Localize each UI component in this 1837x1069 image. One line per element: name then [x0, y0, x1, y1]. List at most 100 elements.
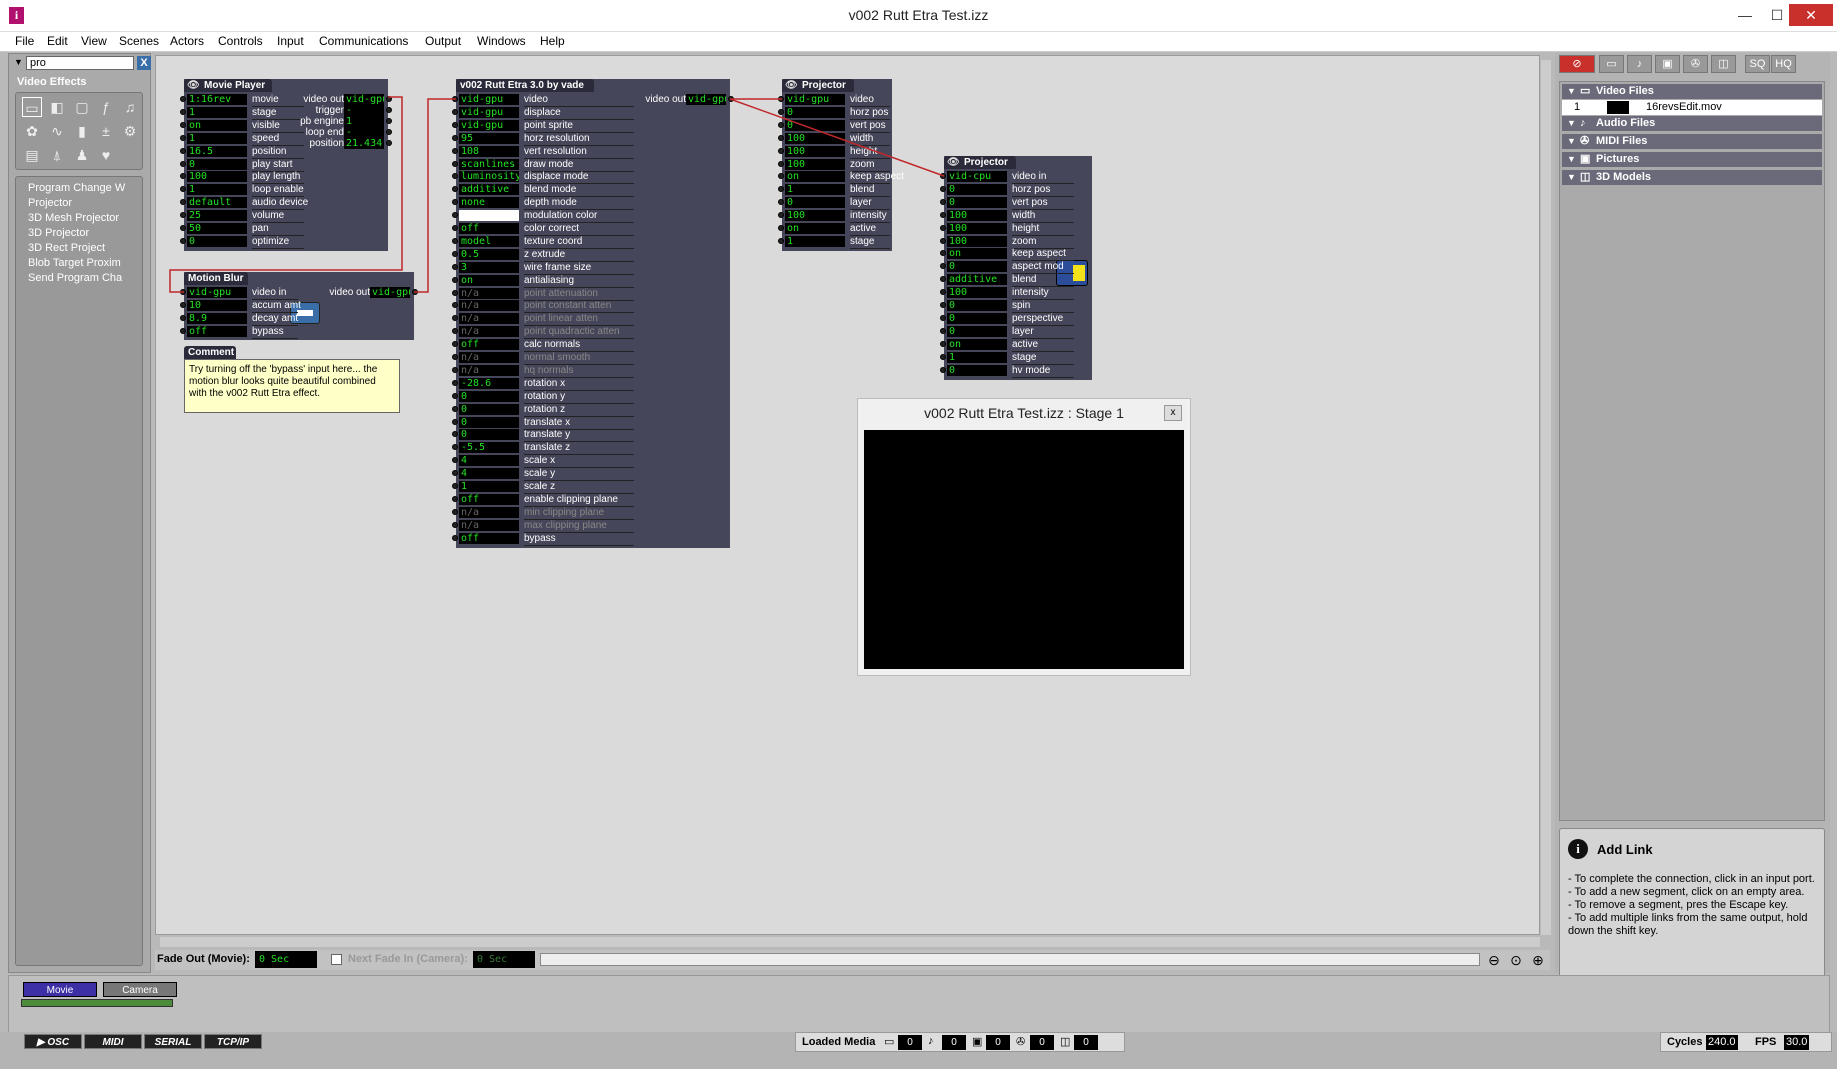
input-port[interactable] [452, 457, 458, 464]
property-value[interactable]: off [459, 223, 519, 234]
actor-header[interactable]: v002 Rutt Etra 3.0 by vade [456, 79, 594, 92]
property-value[interactable]: n/a [459, 519, 519, 531]
input-port[interactable] [778, 96, 784, 102]
property-value[interactable]: 0 [785, 106, 845, 118]
fade-out-value[interactable]: 0 Sec [255, 951, 317, 968]
property-value[interactable]: 0 [459, 390, 519, 402]
property-value[interactable]: 100 [947, 222, 1007, 234]
input-property[interactable]: on keep aspect [778, 170, 904, 185]
input-property[interactable]: 1 blend [778, 183, 890, 198]
property-value[interactable]: n/a [459, 287, 519, 299]
property-value[interactable]: 0 [947, 261, 1007, 273]
input-property[interactable]: on active [940, 338, 1074, 352]
property-value[interactable]: 8.9 [187, 312, 247, 324]
property-value[interactable]: on [785, 223, 845, 234]
input-property[interactable]: n/a min clipping plane [452, 506, 634, 520]
section-midi-files[interactable]: ▼ ✇ MIDI Files [1562, 134, 1822, 149]
input-port[interactable] [180, 108, 186, 115]
user-icon[interactable]: ♟ [72, 145, 92, 165]
input-property[interactable]: vid-gpu video in [180, 286, 298, 300]
input-property[interactable]: n/a point linear atten [452, 312, 634, 327]
property-value[interactable]: 0 [459, 429, 519, 441]
actor-header[interactable]: Motion Blur [184, 272, 248, 285]
section-pictures[interactable]: ▼ ▣ Pictures [1562, 152, 1822, 167]
input-port[interactable] [180, 327, 186, 334]
section-3d-models[interactable]: ▼ ◫ 3D Models [1562, 170, 1822, 185]
input-port[interactable] [452, 354, 458, 360]
property-value[interactable]: scanlines [459, 158, 519, 170]
input-property[interactable]: n/a normal smooth [452, 351, 634, 365]
output-port[interactable] [386, 140, 392, 146]
input-port[interactable] [452, 96, 458, 102]
property-value[interactable]: none [459, 197, 519, 209]
property-value[interactable]: 0 [947, 364, 1007, 376]
input-property[interactable]: 0 perspective [940, 312, 1074, 326]
input-property[interactable]: vid-gpu displace [452, 106, 634, 120]
actor-projector-2[interactable]: 👁 Projector vid-cpu video in 0 horz pos 0 vert… [940, 156, 1092, 380]
input-property[interactable]: 0 rotation y [452, 390, 634, 404]
property-value[interactable]: on [459, 274, 519, 286]
speaker-icon[interactable]: ♫ [120, 97, 140, 117]
stage-close-button[interactable]: x [1164, 405, 1182, 421]
property-value[interactable]: n/a [459, 506, 519, 518]
input-port[interactable] [940, 340, 946, 347]
property-value[interactable]: 100 [785, 158, 845, 170]
comment-box[interactable]: Comment Try turning off the 'bypass' inp… [184, 346, 400, 413]
input-port[interactable] [452, 173, 458, 180]
property-value[interactable]: -5.5 [459, 442, 519, 454]
input-property[interactable]: 100 height [778, 145, 890, 159]
plus-minus-icon[interactable]: ± [96, 121, 116, 141]
input-property[interactable]: 1 loop enable [180, 183, 304, 198]
antenna-icon[interactable]: ⍋ [47, 145, 67, 165]
add-stage-icon[interactable]: ▭ [1599, 55, 1624, 73]
sq-button[interactable]: SQ [1745, 55, 1770, 73]
input-property[interactable]: -5.5 translate z [452, 441, 634, 456]
osc-button[interactable]: ▶ OSC [24, 1034, 82, 1049]
mouse-icon[interactable]: ▮ [72, 121, 92, 141]
input-property[interactable]: 0 horz pos [940, 183, 1074, 197]
property-value[interactable]: on [187, 119, 247, 131]
input-port[interactable] [940, 250, 946, 257]
wave-icon[interactable]: ∿ [47, 121, 67, 141]
input-property[interactable]: model texture coord [452, 235, 634, 249]
list-item[interactable]: 3D Mesh Projector [28, 212, 142, 224]
input-property[interactable]: n/a point quadractic atten [452, 325, 634, 340]
vertical-scrollbar[interactable] [1541, 60, 1551, 935]
property-value[interactable]: 0 [187, 235, 247, 247]
property-value[interactable]: n/a [459, 313, 519, 325]
property-value[interactable]: vid-gpu [459, 119, 519, 131]
property-value[interactable]: 0 [459, 416, 519, 428]
property-value[interactable]: vid-gpu [459, 94, 519, 105]
property-value[interactable]: 0 [785, 197, 845, 209]
close-button[interactable]: ✕ [1789, 4, 1833, 26]
input-port[interactable] [452, 302, 458, 309]
input-port[interactable] [452, 134, 458, 141]
property-value[interactable]: default [187, 197, 247, 209]
add-movie-icon[interactable]: ▣ [1655, 55, 1680, 73]
property-value[interactable]: 4 [459, 455, 519, 467]
property-value[interactable]: 1:16rev [187, 94, 247, 105]
input-port[interactable] [940, 198, 946, 205]
input-port[interactable] [180, 199, 186, 206]
input-port[interactable] [778, 134, 784, 141]
property-value[interactable]: 0 [947, 325, 1007, 337]
input-property[interactable]: none depth mode [452, 196, 634, 211]
menu-view[interactable]: View [81, 34, 107, 48]
input-port[interactable] [940, 185, 946, 192]
input-property[interactable]: 0 rotation z [452, 403, 634, 417]
property-value[interactable]: 108 [459, 145, 519, 157]
video-icon[interactable]: ▭ [22, 97, 42, 117]
input-port[interactable] [452, 263, 458, 270]
input-property[interactable]: vid-gpu point sprite [452, 119, 634, 133]
input-property[interactable]: 95 horz resolution [452, 132, 634, 146]
actor-header[interactable]: 👁 Movie Player [184, 79, 272, 92]
output-port[interactable] [386, 129, 392, 135]
input-property[interactable]: 50 pan [180, 222, 304, 236]
input-port[interactable] [940, 211, 946, 218]
midi-button[interactable]: MIDI [84, 1034, 142, 1049]
input-property[interactable]: vid-cpu video in [940, 170, 1074, 184]
input-port[interactable] [180, 96, 186, 102]
input-port[interactable] [452, 315, 458, 322]
menu-input[interactable]: Input [277, 34, 304, 48]
zoom-reset-icon[interactable]: ⊙ [1507, 951, 1525, 969]
